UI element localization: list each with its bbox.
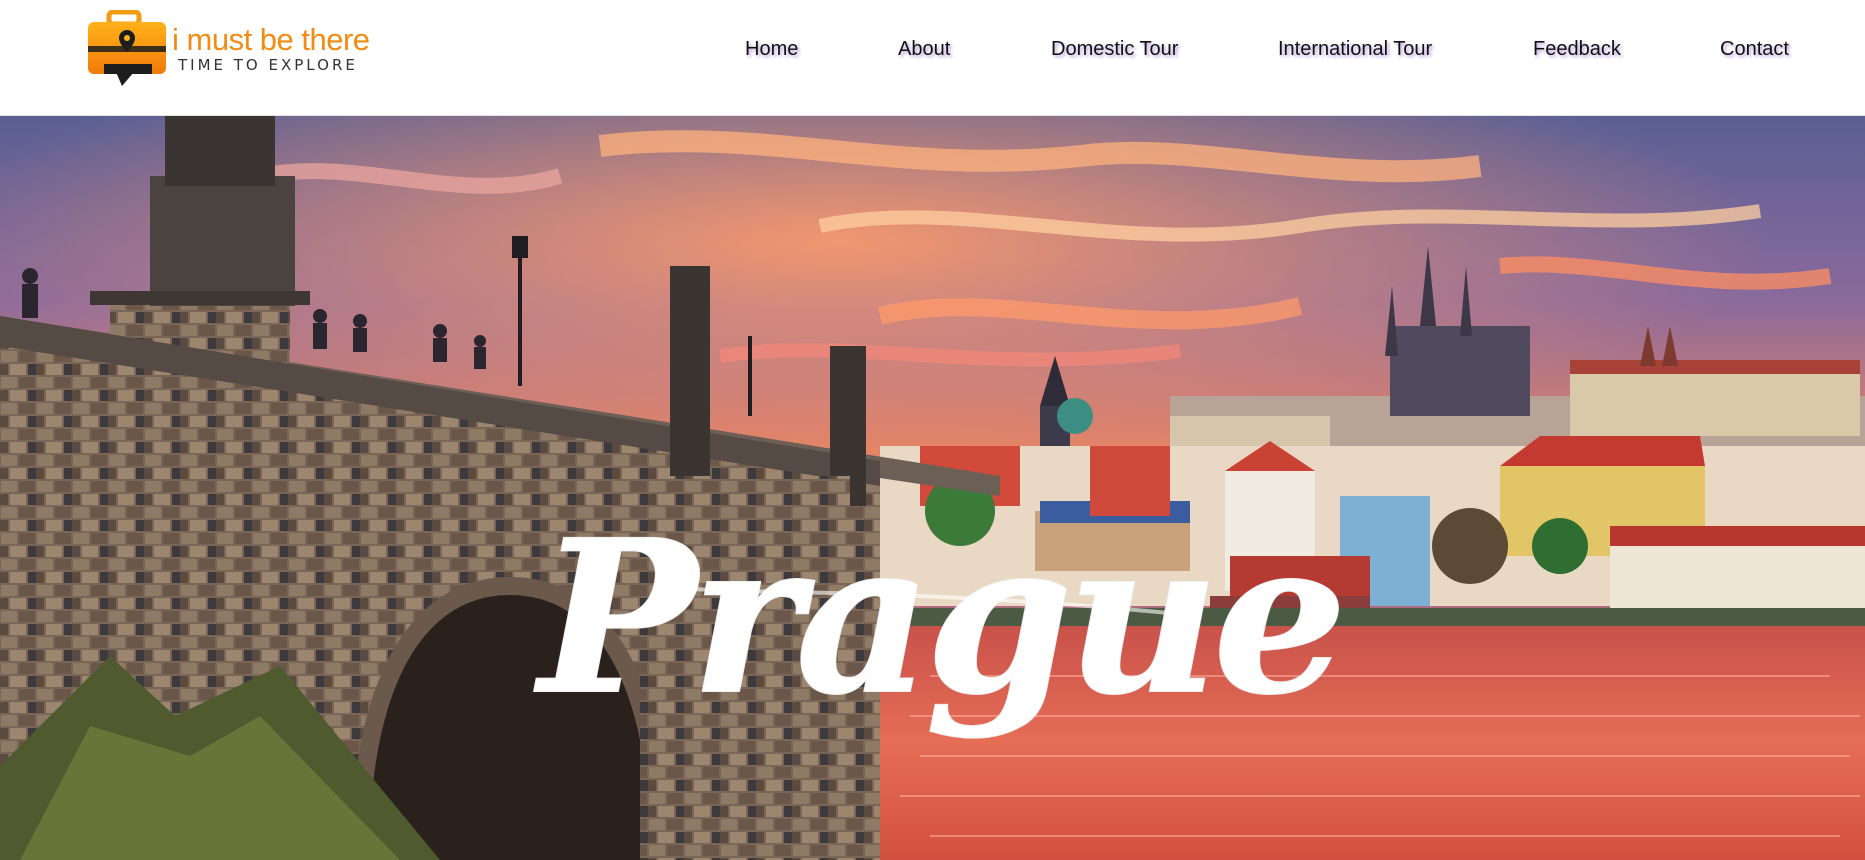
nav-home[interactable]: Home bbox=[745, 38, 798, 61]
nav-domestic-tour[interactable]: Domestic Tour bbox=[1051, 38, 1178, 61]
site-header: i must be there TIME TO EXPLORE Home Abo… bbox=[0, 0, 1865, 116]
hero-image: Prague bbox=[0, 116, 1865, 860]
nav-international-tour[interactable]: International Tour bbox=[1278, 38, 1432, 61]
hero-banner: Prague bbox=[0, 116, 1865, 860]
nav-feedback[interactable]: Feedback bbox=[1533, 38, 1621, 61]
nav-contact[interactable]: Contact bbox=[1720, 38, 1789, 61]
main-nav: Home About Domestic Tour International T… bbox=[0, 38, 1865, 68]
nav-about[interactable]: About bbox=[898, 38, 950, 61]
hero-title: Prague bbox=[534, 494, 1341, 741]
